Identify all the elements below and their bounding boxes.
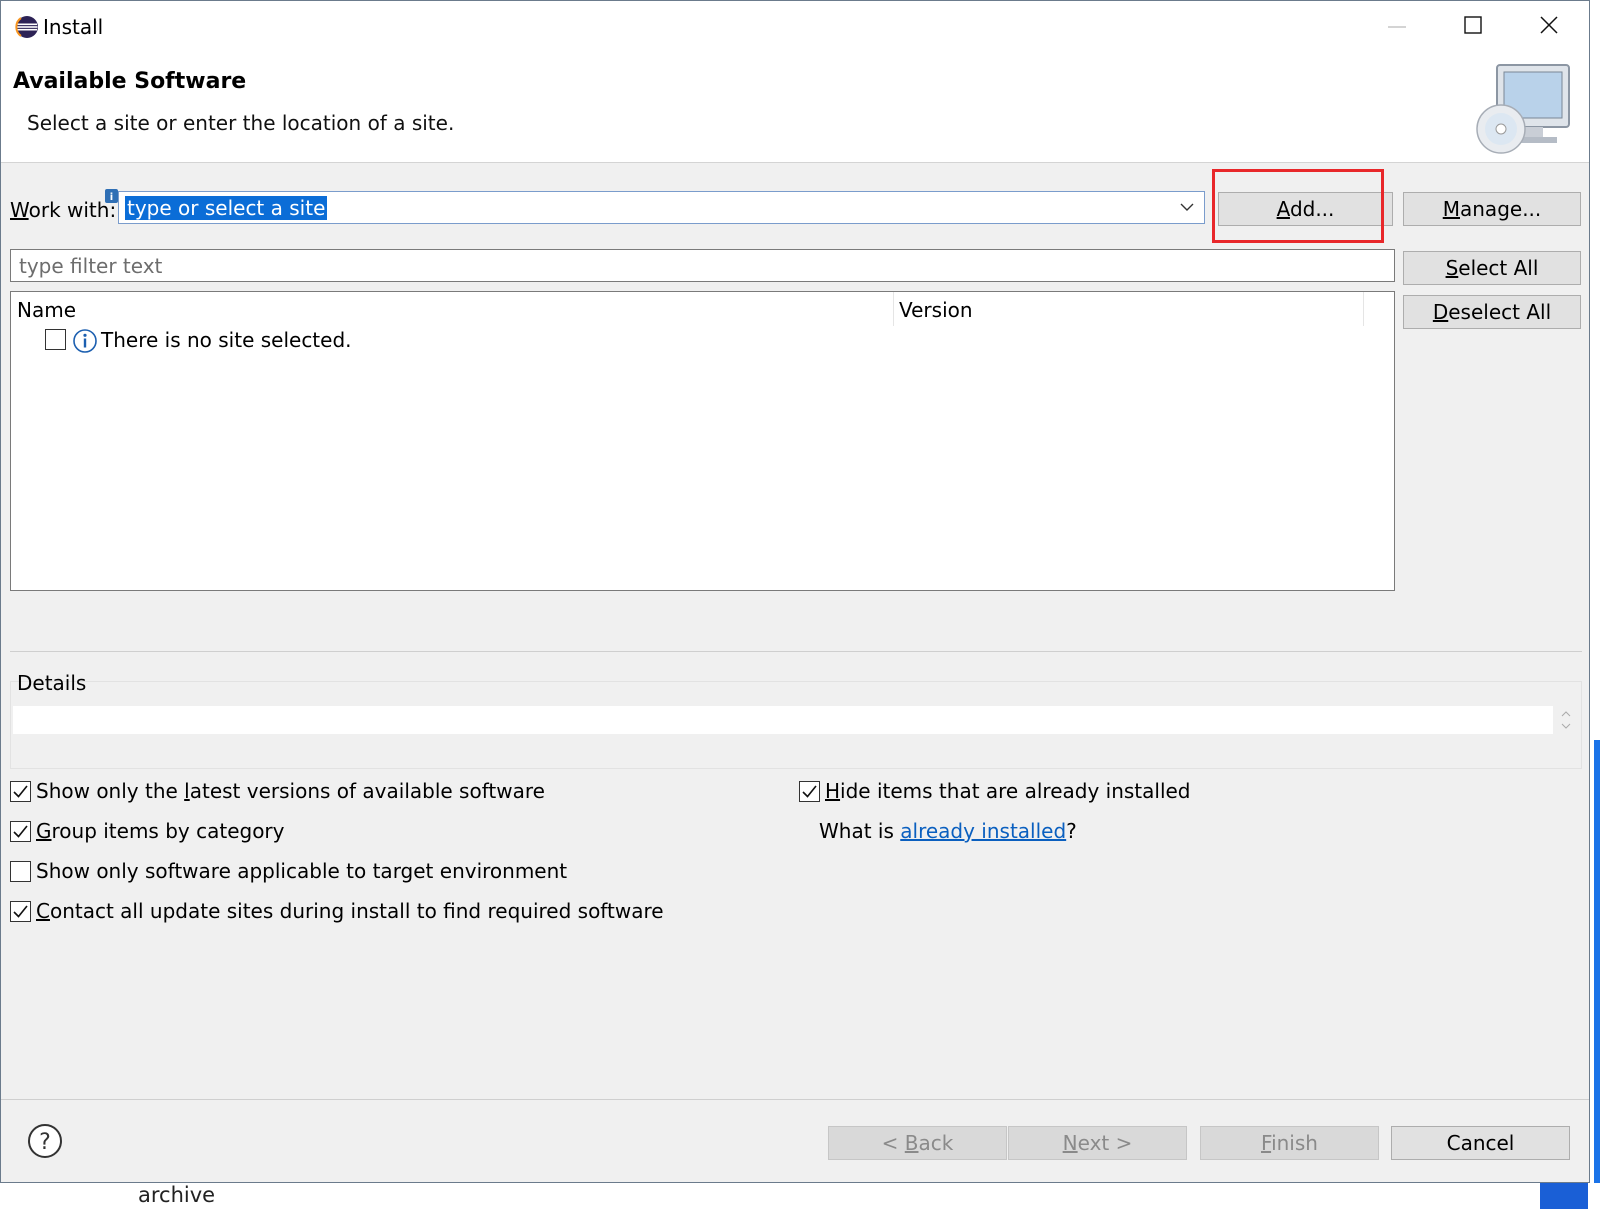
option-mnemonic: C [36,899,50,923]
what-is-installed-text: What is already installed? [819,819,1077,843]
column-separator[interactable] [893,292,894,326]
details-label: Details [17,671,87,695]
option-text: Show only the [36,779,185,803]
help-icon[interactable]: ? [27,1123,63,1159]
finish-label: inish [1271,1131,1318,1155]
maximize-button[interactable] [1435,1,1511,53]
what-is-prefix: What is [819,819,901,843]
option-mnemonic: H [825,779,841,803]
empty-tree-message: There is no site selected. [101,328,352,352]
svg-text:i: i [110,192,113,203]
checkbox-group-by-category[interactable] [10,821,31,842]
select-all-label: elect All [1458,256,1539,280]
checkmark-icon [13,785,28,798]
maximize-icon [1464,16,1482,34]
next-button[interactable]: Next > [1008,1126,1187,1160]
next-label: ext > [1077,1131,1133,1155]
finish-button[interactable]: Finish [1200,1126,1379,1160]
chevron-down-icon[interactable] [1178,198,1196,216]
checkmark-icon [802,785,817,798]
option-text: roup items by category [51,819,285,843]
checkbox-show-latest[interactable] [10,781,31,802]
option-text: ontact all update sites during install t… [49,899,664,923]
finish-mnemonic: F [1261,1131,1272,1155]
work-with-mnemonic: W [10,198,29,222]
minimize-button[interactable] [1359,1,1435,53]
work-with-input[interactable]: type or select a site [125,196,328,220]
option-label: Hide items that are already installed [825,779,1191,803]
install-dialog: Install Available Software Select a site… [0,0,1590,1183]
option-label: Show only software applicable to target … [36,859,568,883]
option-label: Contact all update sites during install … [36,899,664,923]
option-text: atest versions of available software [189,779,545,803]
checkbox-hide-installed[interactable] [799,781,820,802]
deselect-all-label: eselect All [1448,300,1552,324]
details-text-area[interactable] [13,706,1553,734]
tree-row-checkbox[interactable] [45,329,66,350]
software-tree[interactable]: Name Version There is no site selected. [10,291,1395,591]
desktop-background-bottom: archive [0,1183,1600,1209]
svg-text:?: ? [39,1130,51,1155]
option-mnemonic: G [36,819,52,843]
desktop-item-label: archive [138,1183,216,1207]
footer-separator [1,1099,1589,1100]
wizard-header: Available Software Select a site or ente… [1,55,1589,163]
back-mnemonic: B [904,1131,919,1155]
what-is-suffix: ? [1066,819,1077,843]
content-assist-info-icon: i [105,189,118,203]
manage-sites-button[interactable]: Manage... [1403,192,1581,226]
checkbox-target-environment[interactable] [10,861,31,882]
back-label: ack [918,1131,954,1155]
option-label: Group items by category [36,819,285,843]
next-mnemonic: N [1062,1131,1078,1155]
desktop-taskbar-fragment [1540,1183,1588,1209]
eclipse-app-icon [15,16,38,38]
page-description: Select a site or enter the location of a… [27,111,455,135]
column-header-name[interactable]: Name [17,298,76,322]
highlight-annotation [1212,169,1384,243]
window-title: Install [43,15,104,39]
back-button[interactable]: < Back [828,1126,1007,1160]
option-text: ide items that are already installed [840,779,1191,803]
deselect-all-button[interactable]: Deselect All [1403,295,1581,329]
install-software-icon [1476,64,1570,154]
close-button[interactable] [1511,1,1587,53]
desktop-blue-edge [1594,740,1600,1209]
checkmark-icon [13,905,28,918]
minimize-icon [1388,26,1406,28]
checkmark-icon [13,825,28,838]
section-separator [10,651,1582,652]
select-all-button[interactable]: Select All [1403,251,1581,285]
column-header-version[interactable]: Version [899,298,973,322]
cancel-button[interactable]: Cancel [1391,1126,1570,1160]
info-icon [73,329,97,353]
back-prefix: < [881,1131,905,1155]
option-label: Show only the latest versions of availab… [36,779,545,803]
manage-mnemonic: M [1442,197,1460,221]
title-bar[interactable]: Install [1,1,1589,55]
manage-label: anage... [1460,197,1542,221]
checkbox-contact-update-sites[interactable] [10,901,31,922]
column-separator[interactable] [1363,292,1364,326]
select-all-mnemonic: S [1445,256,1459,280]
close-icon [1540,16,1558,34]
work-with-label-rest: ork with: [28,198,117,222]
page-title: Available Software [13,69,247,94]
details-scroll-arrows[interactable] [1559,707,1573,733]
work-with-label: Work with: [10,198,116,222]
deselect-all-mnemonic: D [1432,300,1449,324]
filter-input[interactable]: type filter text [10,249,1395,282]
work-with-combo[interactable]: type or select a site [118,191,1205,224]
already-installed-link[interactable]: already installed [900,819,1066,843]
